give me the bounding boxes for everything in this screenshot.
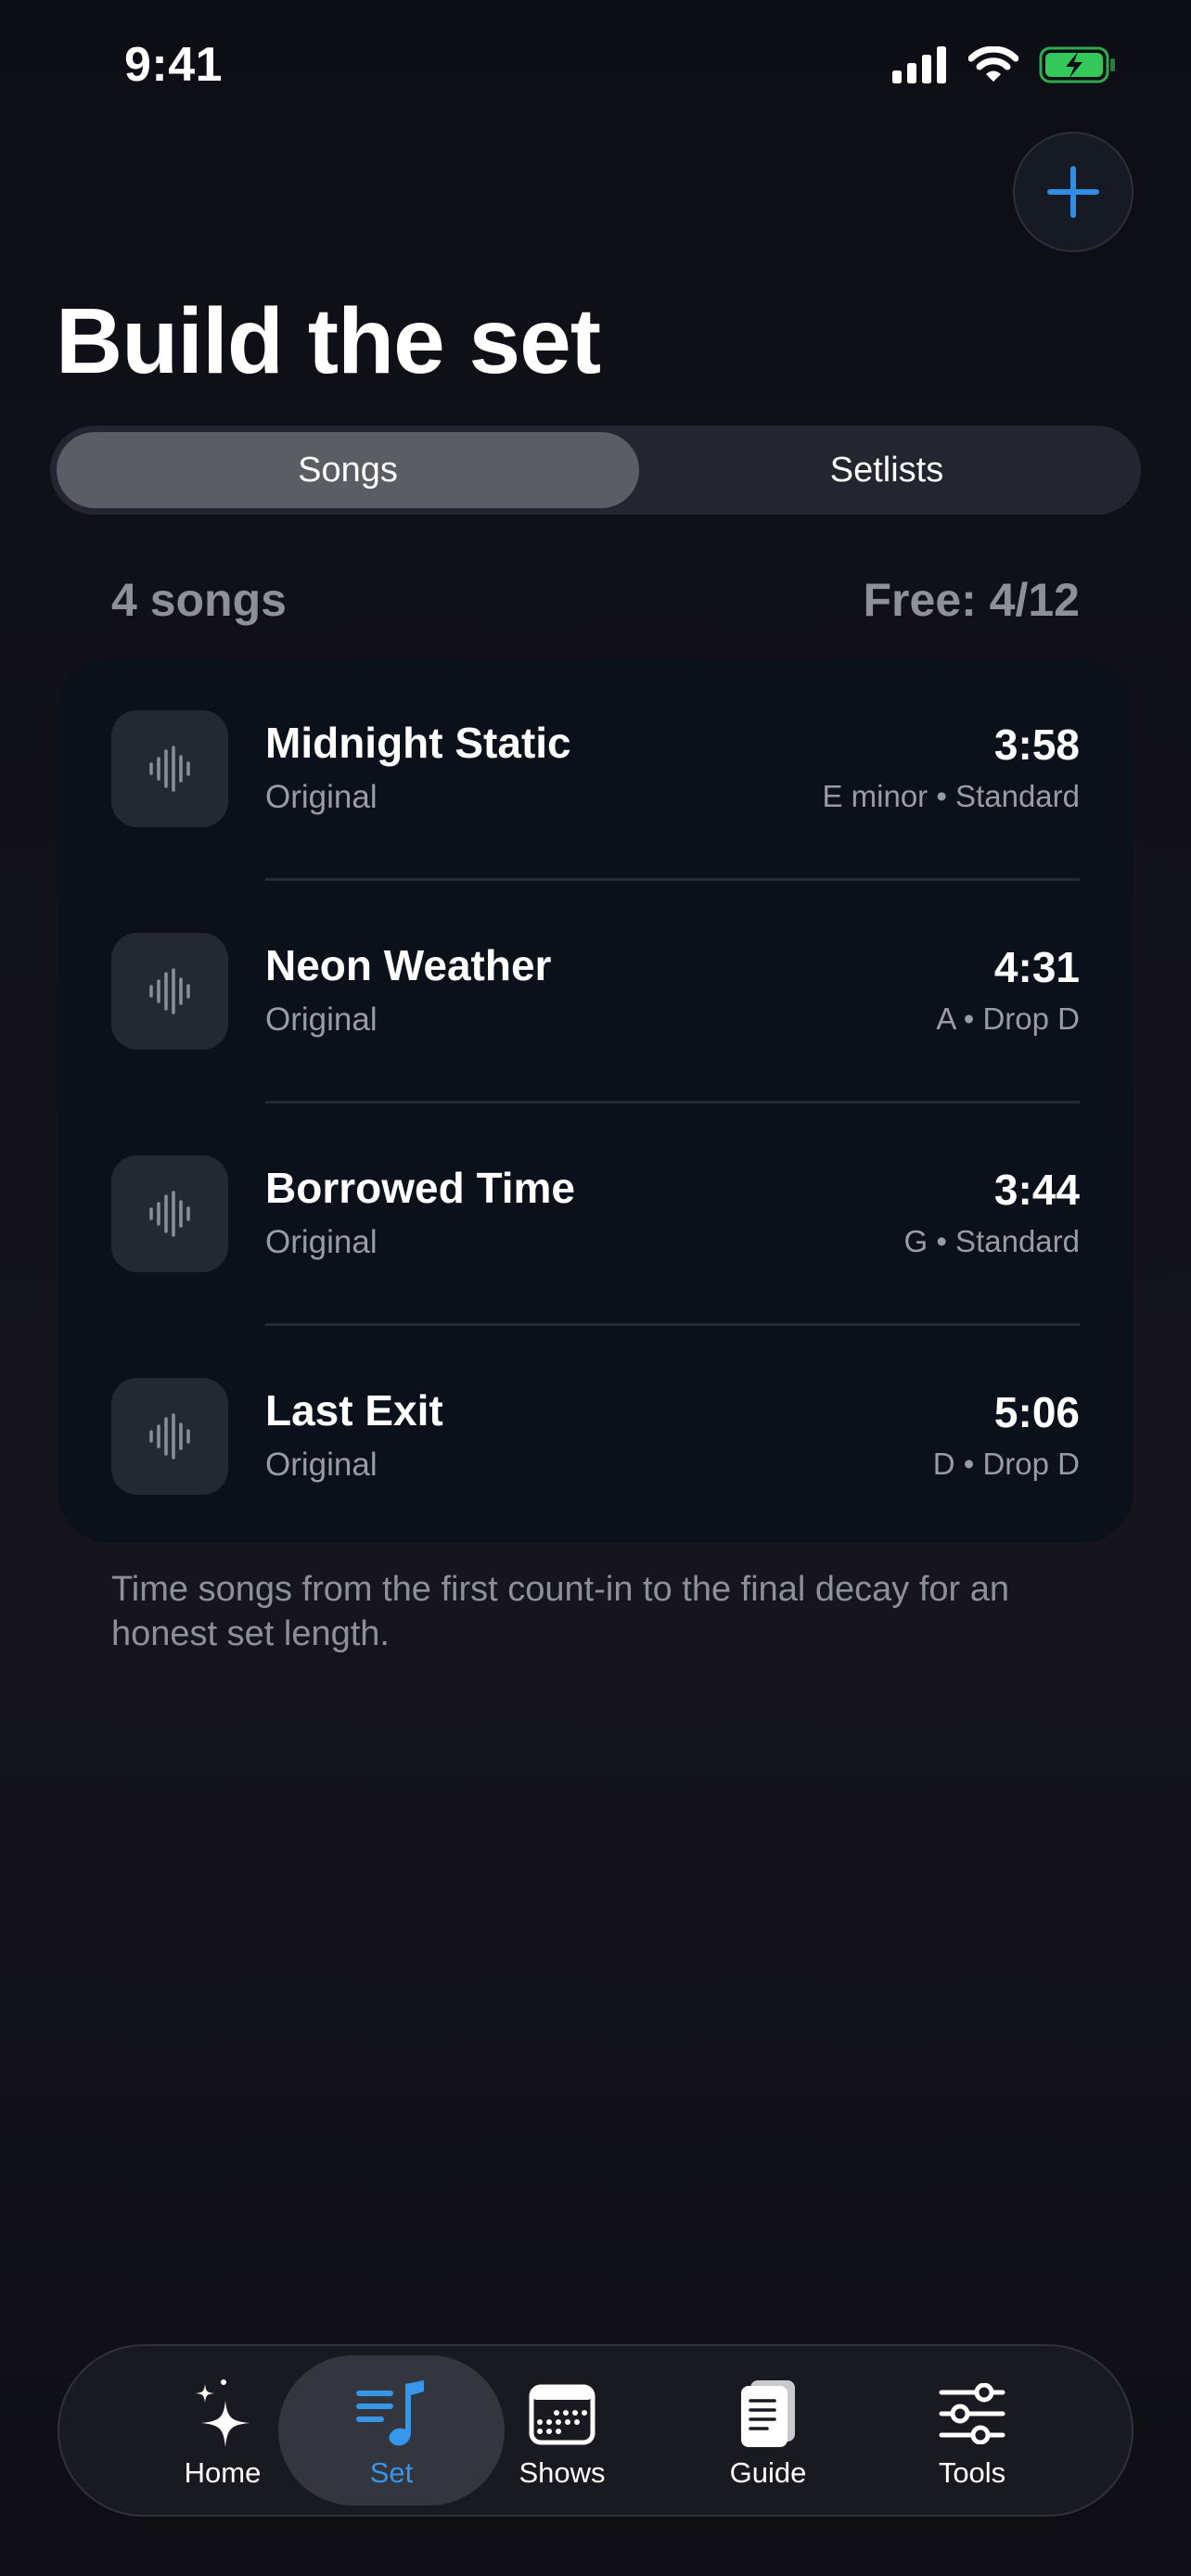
tab-shows[interactable]: Shows (449, 2355, 675, 2506)
waveform-icon (149, 1191, 190, 1237)
song-list: Midnight Static Original 3:58 E minor • … (58, 658, 1133, 1543)
song-row[interactable]: Midnight Static Original 3:58 E minor • … (58, 658, 1133, 881)
page-title: Build the set (56, 289, 601, 393)
book-icon (741, 2380, 795, 2447)
waveform-icon (149, 746, 190, 792)
battery-charging-icon (1039, 46, 1115, 83)
song-duration: 4:31 (993, 943, 1080, 991)
segment-songs[interactable]: Songs (57, 432, 639, 508)
song-title: Midnight Static (265, 719, 571, 767)
add-song-button[interactable] (1013, 132, 1133, 252)
song-duration: 5:06 (993, 1388, 1080, 1436)
song-row[interactable]: Last Exit Original 5:06 D • Drop D (58, 1326, 1133, 1549)
tab-tools-label: Tools (938, 2456, 1006, 2489)
song-title: Borrowed Time (265, 1164, 575, 1212)
song-title: Last Exit (265, 1386, 443, 1435)
tab-bar: Home Set Shows Guide Tools (58, 2344, 1133, 2517)
song-type: Original (265, 1447, 378, 1483)
song-key-tuning: D • Drop D (932, 1447, 1080, 1481)
plus-icon (1047, 166, 1099, 218)
song-type: Original (265, 1001, 378, 1038)
song-duration: 3:44 (993, 1166, 1080, 1214)
song-key-tuning: A • Drop D (936, 1001, 1080, 1036)
song-artwork (111, 933, 228, 1050)
waveform-icon (149, 1413, 190, 1460)
sparkles-icon (196, 2379, 250, 2447)
segment-setlists[interactable]: Setlists (639, 432, 1134, 508)
tab-set-label: Set (369, 2456, 414, 2489)
song-artwork (111, 1155, 228, 1272)
song-artwork (111, 1378, 228, 1495)
song-count: 4 songs (111, 574, 287, 626)
status-bar: 9:41 (0, 0, 1191, 130)
footnote: Time songs from the first count-in to th… (111, 1570, 1010, 1653)
wifi-icon (968, 46, 1018, 82)
song-key-tuning: E minor • Standard (822, 779, 1080, 813)
plan-quota: Free: 4/12 (863, 574, 1080, 626)
segmented-control: Songs Setlists (50, 426, 1141, 515)
status-icons (892, 46, 1117, 83)
sliders-icon (939, 2383, 1005, 2444)
tab-shows-label: Shows (519, 2456, 606, 2489)
list-header: 4 songs Free: 4/12 (111, 573, 1080, 627)
song-key-tuning: G • Standard (903, 1224, 1081, 1258)
song-artwork (111, 710, 228, 827)
cellular-signal-icon (892, 46, 946, 83)
calendar-icon (529, 2384, 596, 2445)
status-time: 9:41 (124, 38, 224, 92)
song-title: Neon Weather (265, 941, 552, 989)
song-duration: 3:58 (993, 721, 1080, 769)
music-list-icon (356, 2380, 424, 2446)
tab-guide[interactable]: Guide (655, 2355, 881, 2506)
tab-tools[interactable]: Tools (859, 2355, 1085, 2506)
tab-guide-label: Guide (729, 2456, 807, 2489)
song-type: Original (265, 1224, 378, 1260)
song-row[interactable]: Borrowed Time Original 3:44 G • Standard (58, 1103, 1133, 1326)
song-row[interactable]: Neon Weather Original 4:31 A • Drop D (58, 881, 1133, 1103)
song-type: Original (265, 779, 378, 815)
waveform-icon (149, 968, 190, 1014)
tab-home-label: Home (184, 2456, 262, 2489)
